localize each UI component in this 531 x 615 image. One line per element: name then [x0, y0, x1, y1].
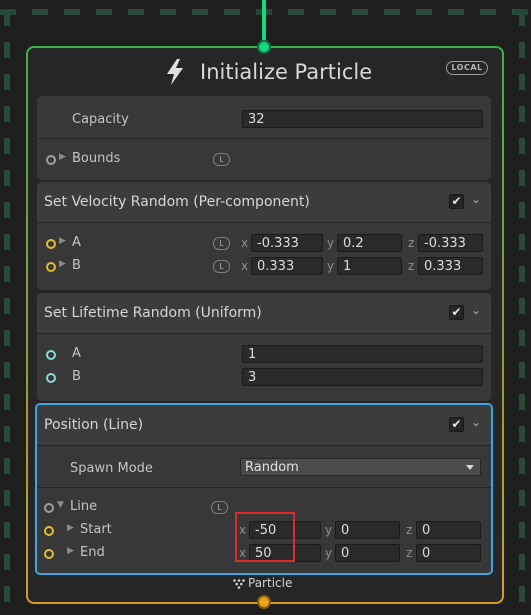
space-local-badge[interactable]: LOCAL	[446, 61, 488, 75]
velocity-b-port[interactable]	[46, 262, 56, 272]
caret-down-icon	[466, 465, 474, 470]
chevron-down-icon[interactable]: ⌄	[471, 303, 481, 317]
end-expand-arrow[interactable]: ▶	[67, 546, 74, 556]
velocity-a-y-field[interactable]: 0.2	[337, 234, 402, 252]
particle-output-label: Particle	[233, 576, 292, 590]
graph-dash-border-left	[4, 10, 10, 615]
chevron-down-icon[interactable]: ⌄	[471, 415, 481, 429]
axis-z-label: z	[406, 523, 413, 537]
axis-x-label: x	[241, 236, 249, 250]
block-enabled-checkbox[interactable]: ✔	[449, 417, 464, 432]
context-title: Initialize Particle	[200, 60, 373, 84]
spawn-mode-label: Spawn Mode	[70, 461, 153, 476]
velocity-a-x-field[interactable]: -0.333	[251, 234, 323, 252]
checkmark-icon: ✔	[451, 194, 462, 208]
set-velocity-random-block[interactable]: Set Velocity Random (Per-component) ✔ ⌄ …	[37, 182, 491, 290]
axis-x-label: x	[239, 523, 247, 537]
axis-z-label: z	[408, 236, 415, 250]
lightning-bolt-icon	[167, 59, 183, 85]
set-lifetime-random-block[interactable]: Set Lifetime Random (Uniform) ✔ ⌄ A 1 B …	[37, 293, 491, 401]
velocity-a-z-field[interactable]: -0.333	[418, 234, 483, 252]
graph-dash-border-right	[519, 10, 525, 615]
block-enabled-checkbox[interactable]: ✔	[449, 194, 464, 209]
start-x-field[interactable]: -50	[249, 521, 321, 539]
block-title: Position (Line)	[44, 417, 144, 433]
block-header[interactable]: Set Velocity Random (Per-component) ✔ ⌄	[37, 182, 491, 223]
velocity-b-label: B	[72, 258, 81, 273]
context-title-bar[interactable]: Initialize Particle LOCAL	[28, 48, 502, 96]
line-label: Line	[70, 499, 98, 514]
bounds-port[interactable]	[46, 155, 56, 165]
line-space-badge[interactable]: L	[211, 501, 228, 514]
line-port[interactable]	[44, 503, 54, 513]
bounds-expand-arrow[interactable]: ▶	[59, 152, 66, 162]
capacity-label: Capacity	[72, 112, 129, 127]
axis-x-label: x	[239, 546, 247, 560]
lifetime-a-field[interactable]: 1	[242, 345, 483, 363]
velocity-b-expand-arrow[interactable]: ▶	[59, 259, 66, 269]
end-x-field[interactable]: 50	[249, 544, 321, 562]
end-z-field[interactable]: 0	[416, 544, 481, 562]
axis-y-label: y	[327, 259, 335, 273]
end-port[interactable]	[44, 549, 54, 559]
block-header[interactable]: Position (Line) ✔ ⌄	[37, 405, 491, 446]
axis-y-label: y	[325, 523, 333, 537]
divider	[37, 138, 491, 139]
block-header[interactable]: Set Lifetime Random (Uniform) ✔ ⌄	[37, 293, 491, 334]
axis-z-label: z	[408, 259, 415, 273]
axis-z-label: z	[406, 546, 413, 560]
end-y-field[interactable]: 0	[335, 544, 400, 562]
velocity-a-label: A	[72, 235, 81, 250]
position-line-block[interactable]: Position (Line) ✔ ⌄ Spawn Mode Random ▼ …	[35, 403, 493, 575]
lifetime-b-port[interactable]	[46, 373, 56, 383]
lifetime-a-port[interactable]	[46, 350, 56, 360]
velocity-b-z-field[interactable]: 0.333	[418, 257, 483, 275]
capacity-field[interactable]: 32	[242, 110, 483, 128]
flow-input-port[interactable]	[257, 40, 271, 54]
velocity-b-space-badge[interactable]: L	[213, 260, 230, 273]
bounds-space-badge[interactable]: L	[213, 153, 230, 166]
start-expand-arrow[interactable]: ▶	[67, 523, 74, 533]
checkmark-icon: ✔	[451, 305, 462, 319]
block-title: Set Velocity Random (Per-component)	[44, 194, 310, 210]
velocity-a-space-badge[interactable]: L	[213, 237, 230, 250]
axis-y-label: y	[325, 546, 333, 560]
flow-output-port[interactable]	[257, 595, 271, 609]
end-label: End	[80, 545, 105, 560]
particle-dots-icon	[233, 578, 245, 589]
bounds-label: Bounds	[72, 151, 121, 166]
checkmark-icon: ✔	[451, 417, 462, 431]
velocity-b-y-field[interactable]: 1	[337, 257, 402, 275]
start-z-field[interactable]: 0	[416, 521, 481, 539]
velocity-a-expand-arrow[interactable]: ▶	[59, 236, 66, 246]
divider	[37, 487, 491, 488]
axis-x-label: x	[241, 259, 249, 273]
velocity-b-x-field[interactable]: 0.333	[251, 257, 323, 275]
velocity-a-port[interactable]	[46, 239, 56, 249]
context-settings-block: Capacity 32 ▶ Bounds L	[37, 96, 491, 180]
chevron-down-icon[interactable]: ⌄	[471, 192, 481, 206]
lifetime-a-label: A	[72, 346, 81, 361]
start-y-field[interactable]: 0	[335, 521, 400, 539]
particle-label-text: Particle	[248, 576, 293, 590]
line-collapse-arrow[interactable]: ▼	[57, 500, 64, 510]
axis-y-label: y	[327, 236, 335, 250]
initialize-particle-context[interactable]: Initialize Particle LOCAL Capacity 32 ▶ …	[26, 46, 504, 604]
block-title: Set Lifetime Random (Uniform)	[44, 305, 262, 321]
start-label: Start	[80, 522, 112, 537]
lifetime-b-field[interactable]: 3	[242, 368, 483, 386]
lifetime-b-label: B	[72, 369, 81, 384]
spawn-mode-value: Random	[245, 460, 299, 475]
spawn-mode-dropdown[interactable]: Random	[240, 458, 481, 476]
start-port[interactable]	[44, 526, 54, 536]
block-enabled-checkbox[interactable]: ✔	[449, 305, 464, 320]
